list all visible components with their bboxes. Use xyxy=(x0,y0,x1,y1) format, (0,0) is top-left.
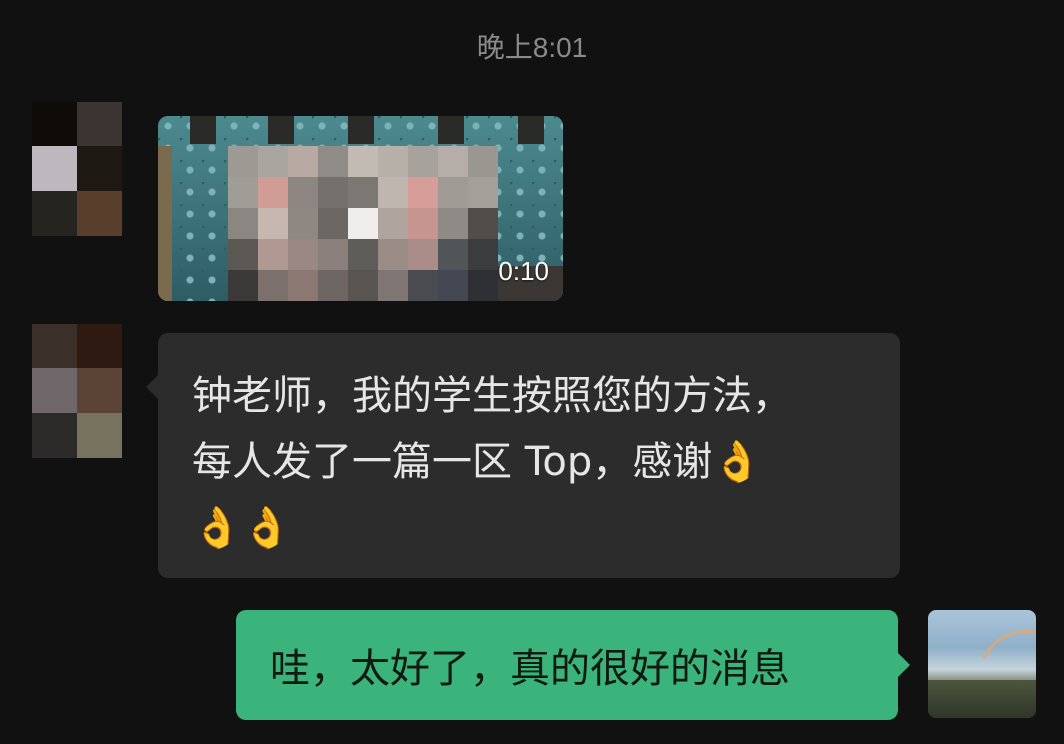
pixelated-faces xyxy=(228,146,498,301)
contact-avatar[interactable] xyxy=(32,102,122,236)
contact-avatar[interactable] xyxy=(32,324,122,458)
chat-timestamp: 晚上8:01 xyxy=(476,32,588,63)
self-avatar[interactable] xyxy=(928,610,1036,718)
video-message[interactable]: 0:10 xyxy=(158,116,563,301)
outgoing-message-bubble[interactable]: 哇，太好了，真的很好的消息 xyxy=(236,610,910,720)
message-line: 👌👌 xyxy=(192,495,866,561)
ok-hand-icon: 👌 xyxy=(241,505,292,551)
video-duration: 0:10 xyxy=(498,256,549,286)
ok-hand-icon: 👌 xyxy=(712,439,763,485)
incoming-message-bubble[interactable]: 钟老师，我的学生按照您的方法， 每人发了一篇一区 Top，感谢👌 👌👌 xyxy=(146,333,900,578)
message-text: 哇，太好了，真的很好的消息 xyxy=(270,646,790,692)
message-line: 钟老师，我的学生按照您的方法， xyxy=(192,373,792,419)
ok-hand-icon: 👌 xyxy=(192,505,242,551)
message-line: 每人发了一篇一区 Top，感谢👌 xyxy=(192,439,763,485)
